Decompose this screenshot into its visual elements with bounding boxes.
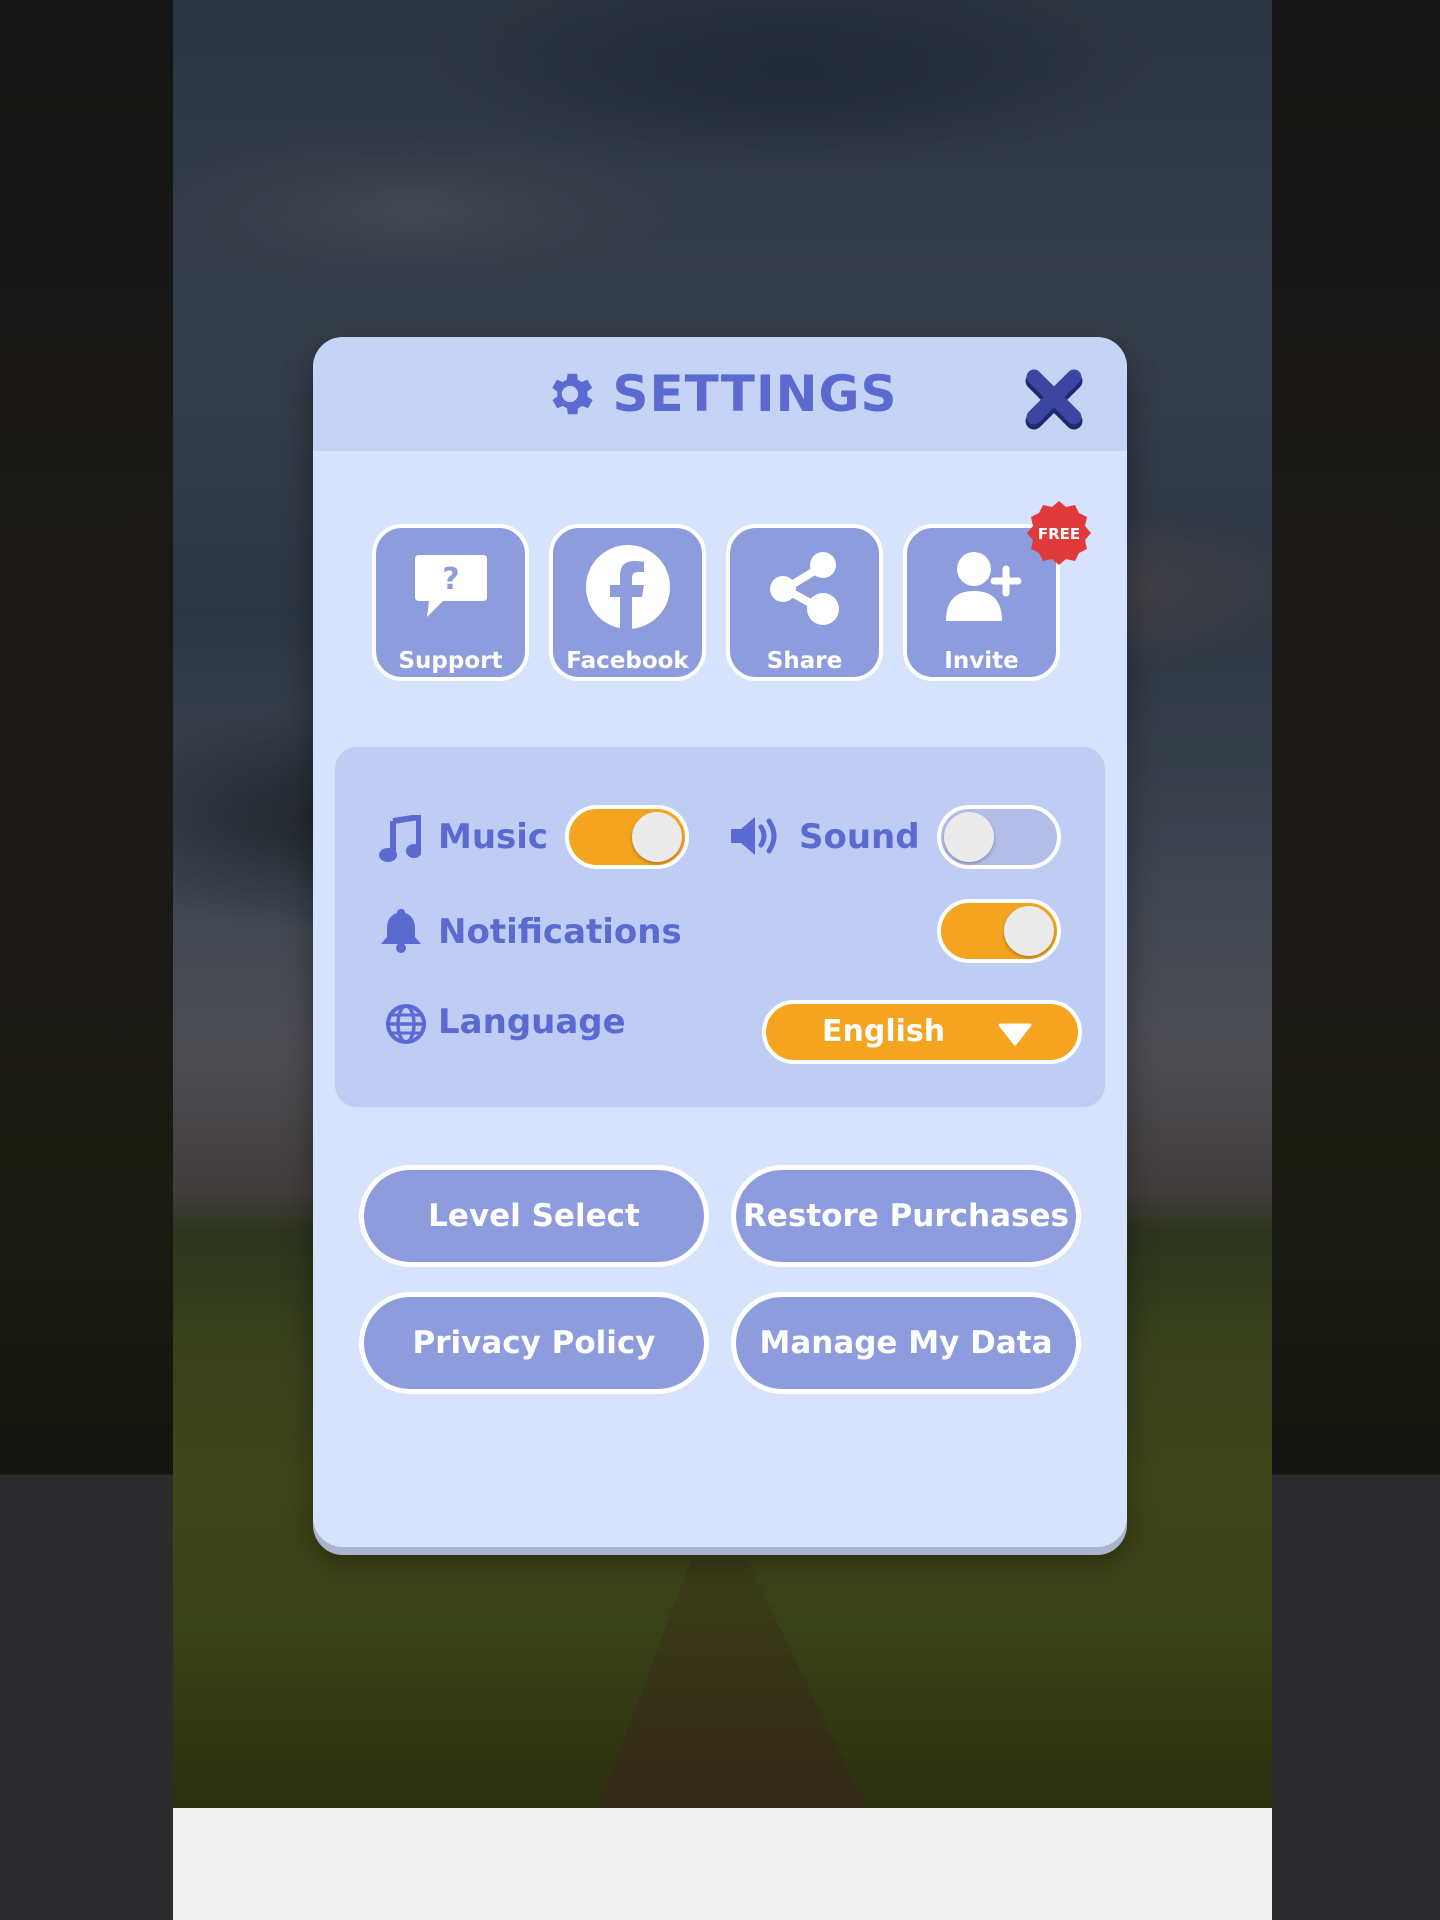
bottom-bar [173, 1808, 1272, 1920]
facebook-icon [585, 545, 670, 629]
language-label: Language [438, 1002, 626, 1042]
close-icon [1025, 369, 1083, 430]
free-badge-text: FREE [1038, 525, 1080, 543]
dialog-header: SETTINGS [313, 337, 1127, 451]
close-button[interactable] [1024, 367, 1088, 431]
sound-label: Sound [799, 817, 920, 857]
restore-purchases-button[interactable]: Restore Purchases [731, 1165, 1081, 1267]
globe-icon [386, 1004, 426, 1044]
language-dropdown[interactable]: English [762, 1000, 1082, 1064]
sound-toggle[interactable] [937, 805, 1061, 869]
music-toggle-knob [632, 812, 682, 862]
privacy-policy-button[interactable]: Privacy Policy [359, 1292, 709, 1394]
facebook-label: Facebook [566, 648, 689, 674]
support-button[interactable]: ? Support [372, 524, 529, 681]
dialog-title: SETTINGS [612, 365, 898, 423]
add-user-icon [945, 552, 1021, 621]
share-label: Share [766, 648, 843, 674]
svg-text:?: ? [442, 562, 459, 597]
invite-label: Invite [944, 648, 1019, 674]
support-glyph: ? [376, 544, 525, 630]
share-icon [769, 552, 839, 625]
settings-panel: Music Sound Notifications Language Engli… [335, 747, 1105, 1107]
chevron-down-icon [998, 1023, 1032, 1046]
manage-my-data-button[interactable]: Manage My Data [731, 1292, 1081, 1394]
settings-dialog: SETTINGS ? Support Facebook Share Invite… [313, 337, 1127, 1547]
left-backdrop [0, 0, 173, 1920]
facebook-glyph [553, 544, 702, 630]
notifications-toggle-knob [1004, 906, 1054, 956]
notifications-label: Notifications [438, 912, 682, 952]
level-select-button[interactable]: Level Select [359, 1165, 709, 1267]
facebook-button[interactable]: Facebook [549, 524, 706, 681]
share-glyph [730, 544, 879, 630]
gear-icon [552, 373, 594, 415]
free-badge: FREE [1027, 501, 1091, 565]
share-button[interactable]: Share [726, 524, 883, 681]
music-label: Music [438, 817, 549, 857]
notifications-toggle[interactable] [937, 899, 1061, 963]
support-label: Support [398, 648, 503, 674]
music-note-icon [379, 815, 421, 862]
sound-toggle-knob [944, 812, 994, 862]
music-toggle[interactable] [565, 805, 689, 869]
right-backdrop [1267, 0, 1440, 1920]
language-value: English [822, 1014, 946, 1049]
bell-icon [381, 909, 421, 953]
support-bubble-icon: ? [414, 555, 487, 617]
title-wrap: SETTINGS [313, 337, 1127, 451]
speaker-icon [731, 817, 777, 855]
